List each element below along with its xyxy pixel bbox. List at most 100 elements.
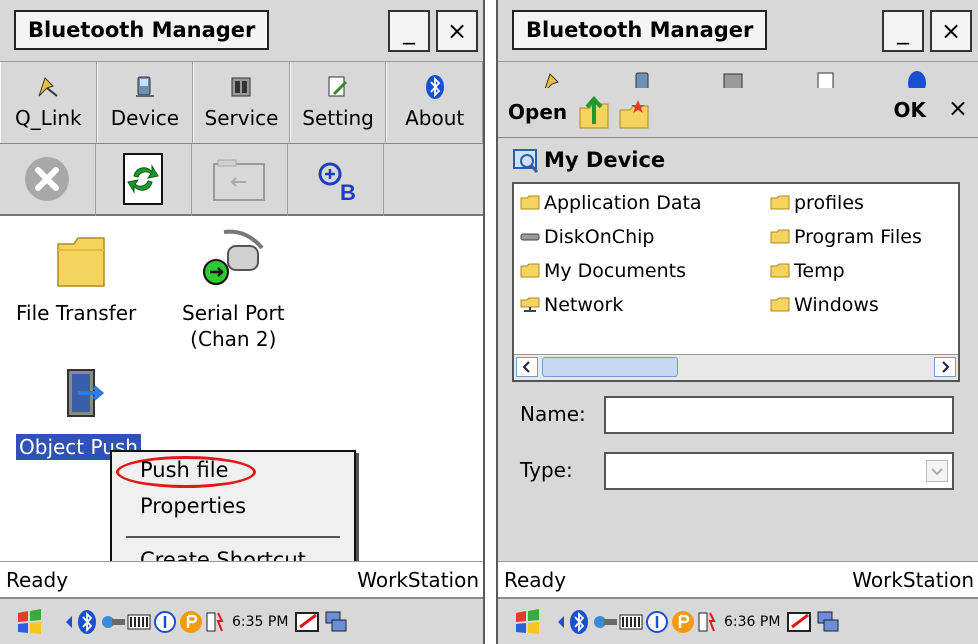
object-push-icon[interactable] bbox=[64, 366, 104, 420]
folder-icon bbox=[770, 263, 790, 278]
menu-toolbar-obscured bbox=[498, 62, 978, 88]
scroll-left-button[interactable] bbox=[516, 357, 538, 377]
ok-button[interactable]: OK bbox=[894, 98, 927, 122]
setting-icon bbox=[817, 72, 834, 88]
close-button[interactable]: × bbox=[930, 10, 972, 52]
context-menu-push-file[interactable]: Push file bbox=[140, 458, 229, 482]
tray-power-icon[interactable] bbox=[178, 609, 204, 635]
tray-input-panel-icon[interactable] bbox=[786, 609, 814, 635]
location-label[interactable]: My Device bbox=[544, 148, 665, 172]
open-dialog-body: My Device Application Data DiskOnChip My… bbox=[498, 138, 978, 561]
tray-clock[interactable]: 6:35 PM bbox=[232, 614, 288, 630]
service-icon bbox=[723, 73, 743, 88]
disk-icon bbox=[520, 233, 540, 241]
close-button[interactable]: × bbox=[436, 10, 478, 52]
scroll-right-button[interactable] bbox=[934, 357, 956, 377]
menu-service-label: Service bbox=[204, 106, 279, 130]
type-dropdown-button[interactable] bbox=[926, 460, 948, 482]
file-label: Windows bbox=[794, 294, 879, 316]
tray-connection-icon[interactable] bbox=[100, 609, 126, 635]
tray-input-mode-icon[interactable] bbox=[644, 609, 670, 635]
menu-setting[interactable]: Setting bbox=[289, 62, 387, 143]
bluetooth-manager-window-left: Bluetooth Manager _ × Q_Link Device Serv… bbox=[0, 0, 485, 644]
window-title: Bluetooth Manager bbox=[14, 10, 270, 50]
setting-icon bbox=[328, 76, 348, 97]
system-tray: 6:36 PM bbox=[556, 607, 842, 637]
network-icon bbox=[520, 297, 540, 312]
bluetooth-b-button[interactable]: B bbox=[288, 144, 384, 216]
status-line: Ready WorkStation bbox=[498, 561, 978, 597]
folder-button[interactable] bbox=[192, 144, 288, 216]
context-menu-properties[interactable]: Properties bbox=[140, 494, 246, 518]
scroll-thumb[interactable] bbox=[542, 357, 678, 377]
tray-connection-icon[interactable] bbox=[592, 609, 618, 635]
tray-input-panel-icon[interactable] bbox=[294, 609, 322, 635]
tray-battery-icon[interactable] bbox=[126, 609, 152, 635]
tray-charging-icon[interactable] bbox=[696, 609, 718, 635]
tray-switch-window-icon[interactable] bbox=[814, 609, 842, 635]
tray-charging-icon[interactable] bbox=[204, 609, 226, 635]
up-folder-icon[interactable] bbox=[578, 96, 610, 130]
menu-service[interactable]: Service bbox=[193, 62, 290, 143]
minimize-button[interactable]: _ bbox=[882, 10, 924, 52]
tray-left-arrow-icon[interactable] bbox=[64, 615, 74, 629]
file-label: DiskOnChip bbox=[544, 226, 655, 248]
tray-input-mode-icon[interactable] bbox=[152, 609, 178, 635]
folder-icon bbox=[520, 263, 540, 278]
serial-port-label[interactable]: Serial Port (Chan 2) bbox=[182, 300, 285, 352]
name-label: Name: bbox=[520, 402, 586, 426]
tray-left-arrow-icon[interactable] bbox=[556, 615, 566, 629]
service-icon-view: File Transfer Serial Port (Chan 2) Objec… bbox=[0, 216, 483, 586]
tray-clock[interactable]: 6:36 PM bbox=[724, 614, 780, 630]
tray-power-icon[interactable] bbox=[670, 609, 696, 635]
file-diskonchip[interactable]: DiskOnChip bbox=[520, 226, 654, 248]
menu-about[interactable]: About bbox=[386, 62, 483, 143]
file-label: Network bbox=[544, 294, 624, 316]
file-profiles[interactable]: profiles bbox=[770, 192, 864, 214]
screen-separator bbox=[485, 0, 496, 644]
chevron-left-icon bbox=[522, 361, 530, 373]
disconnect-icon bbox=[25, 157, 69, 201]
file-my-documents[interactable]: My Documents bbox=[520, 260, 686, 282]
file-network[interactable]: Network bbox=[520, 294, 623, 316]
menu-toolbar: Q_Link Device Service Setting About bbox=[0, 62, 483, 144]
bluetooth-manager-window-right: Bluetooth Manager _ × Open OK × My Devic… bbox=[496, 0, 978, 644]
new-folder-icon[interactable] bbox=[618, 98, 650, 130]
menu-q-link[interactable]: Q_Link bbox=[0, 62, 97, 143]
menu-q-link-label: Q_Link bbox=[14, 106, 82, 130]
title-bar: Bluetooth Manager _ × bbox=[498, 0, 978, 62]
serial-port-icon[interactable] bbox=[200, 228, 270, 290]
bluetooth-b-icon: B bbox=[318, 162, 356, 205]
disconnect-button[interactable] bbox=[0, 144, 96, 216]
start-windows-icon[interactable] bbox=[512, 607, 542, 637]
tray-bluetooth-icon[interactable] bbox=[74, 609, 100, 635]
name-input[interactable] bbox=[604, 396, 954, 434]
open-dialog-title: Open bbox=[508, 100, 568, 124]
dialog-close-button[interactable]: × bbox=[948, 94, 968, 122]
file-list[interactable]: Application Data DiskOnChip My Documents… bbox=[512, 182, 960, 382]
file-temp[interactable]: Temp bbox=[770, 260, 845, 282]
file-program-files[interactable]: Program Files bbox=[770, 226, 922, 248]
type-select[interactable] bbox=[604, 452, 954, 490]
file-transfer-label[interactable]: File Transfer bbox=[16, 300, 136, 326]
file-transfer-folder-icon[interactable] bbox=[56, 230, 106, 288]
file-label: Application Data bbox=[544, 192, 702, 214]
folder-icon bbox=[770, 195, 790, 210]
file-label: Temp bbox=[794, 260, 845, 282]
tray-bluetooth-icon[interactable] bbox=[566, 609, 592, 635]
file-application-data[interactable]: Application Data bbox=[520, 192, 702, 214]
start-windows-icon[interactable] bbox=[14, 607, 44, 637]
tray-switch-window-icon[interactable] bbox=[322, 609, 350, 635]
folder-icon bbox=[213, 159, 265, 201]
horizontal-scrollbar[interactable] bbox=[514, 354, 958, 380]
action-toolbar: B bbox=[0, 144, 483, 216]
system-tray: 6:35 PM bbox=[64, 607, 350, 637]
tray-battery-icon[interactable] bbox=[618, 609, 644, 635]
file-windows[interactable]: Windows bbox=[770, 294, 879, 316]
file-label: My Documents bbox=[544, 260, 687, 282]
refresh-button[interactable] bbox=[96, 144, 192, 216]
taskbar: 6:35 PM bbox=[0, 597, 483, 644]
menu-device[interactable]: Device bbox=[96, 62, 194, 143]
type-label: Type: bbox=[520, 458, 573, 482]
minimize-button[interactable]: _ bbox=[388, 10, 430, 52]
